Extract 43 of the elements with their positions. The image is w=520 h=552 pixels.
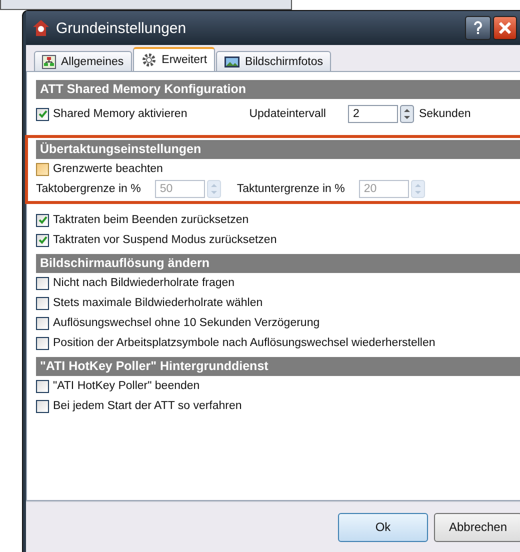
tab[interactable]: Erweitert (132, 47, 216, 71)
checkbox[interactable] (36, 296, 49, 310)
picture-icon (224, 56, 240, 68)
checkbox-label: Grenzwerte beachten (53, 163, 163, 175)
close-button[interactable] (493, 16, 517, 40)
checkbox[interactable] (36, 336, 49, 350)
checkbox[interactable] (36, 162, 49, 176)
tab[interactable]: Bildschirmfotos (216, 51, 331, 71)
house-icon (32, 19, 50, 37)
checkbox[interactable] (36, 380, 49, 392)
checkbox-label: Auflösungswechsel ohne 10 Sekunden Verzögerung (53, 317, 320, 329)
field-label: Taktuntergrenze in % (236, 183, 345, 195)
org-chart-icon (42, 54, 56, 68)
spin-arrows-icon[interactable] (400, 105, 414, 123)
dialog-button[interactable]: Abbrechen (434, 512, 520, 542)
checkbox-label: "ATI HotKey Poller" beenden (53, 380, 200, 392)
checkbox-label: Position der Arbeitsplatzsymbole nach Auflösungswechsel wiederherstellen (53, 337, 436, 349)
tab[interactable]: Allgemeines (34, 51, 132, 71)
number-field[interactable]: 2 (348, 105, 398, 123)
checkbox[interactable] (36, 316, 49, 330)
help-button[interactable] (465, 16, 491, 40)
checkbox[interactable] (36, 214, 49, 226)
field-label: Updateintervall (249, 108, 326, 120)
dialog-button[interactable]: Ok (338, 512, 428, 542)
checkbox-label: Shared Memory aktivieren (53, 108, 188, 120)
section-heading: Übertaktungseinstellungen (36, 140, 520, 159)
window-title: Grundeinstellungen (56, 20, 186, 36)
gear-icon (140, 52, 157, 68)
checkbox-label: Stets maximale Bildwiederholrate wählen (53, 297, 263, 309)
checkbox[interactable] (36, 276, 49, 290)
field-label: Taktobergrenze in % (36, 183, 141, 195)
checkbox[interactable] (36, 108, 49, 120)
checkbox-label: Nicht nach Bildwiederholrate fragen (53, 277, 235, 289)
checkbox-label: Taktraten vor Suspend Modus zurücksetzen (53, 234, 277, 246)
field-label: Sekunden (418, 108, 471, 120)
section-heading: Bildschirmauflösung ändern (36, 254, 520, 273)
help-icon (473, 21, 483, 35)
checkbox[interactable] (36, 234, 49, 246)
checkbox-label: Bei jedem Start der ATT so verfahren (53, 400, 242, 412)
checkbox-label: Taktraten beim Beenden zurücksetzen (53, 214, 249, 226)
section-heading: ATT Shared Memory Konfiguration (36, 80, 520, 99)
section-heading: "ATI HotKey Poller" Hintergrunddienst (36, 357, 520, 376)
checkbox[interactable] (36, 400, 49, 412)
